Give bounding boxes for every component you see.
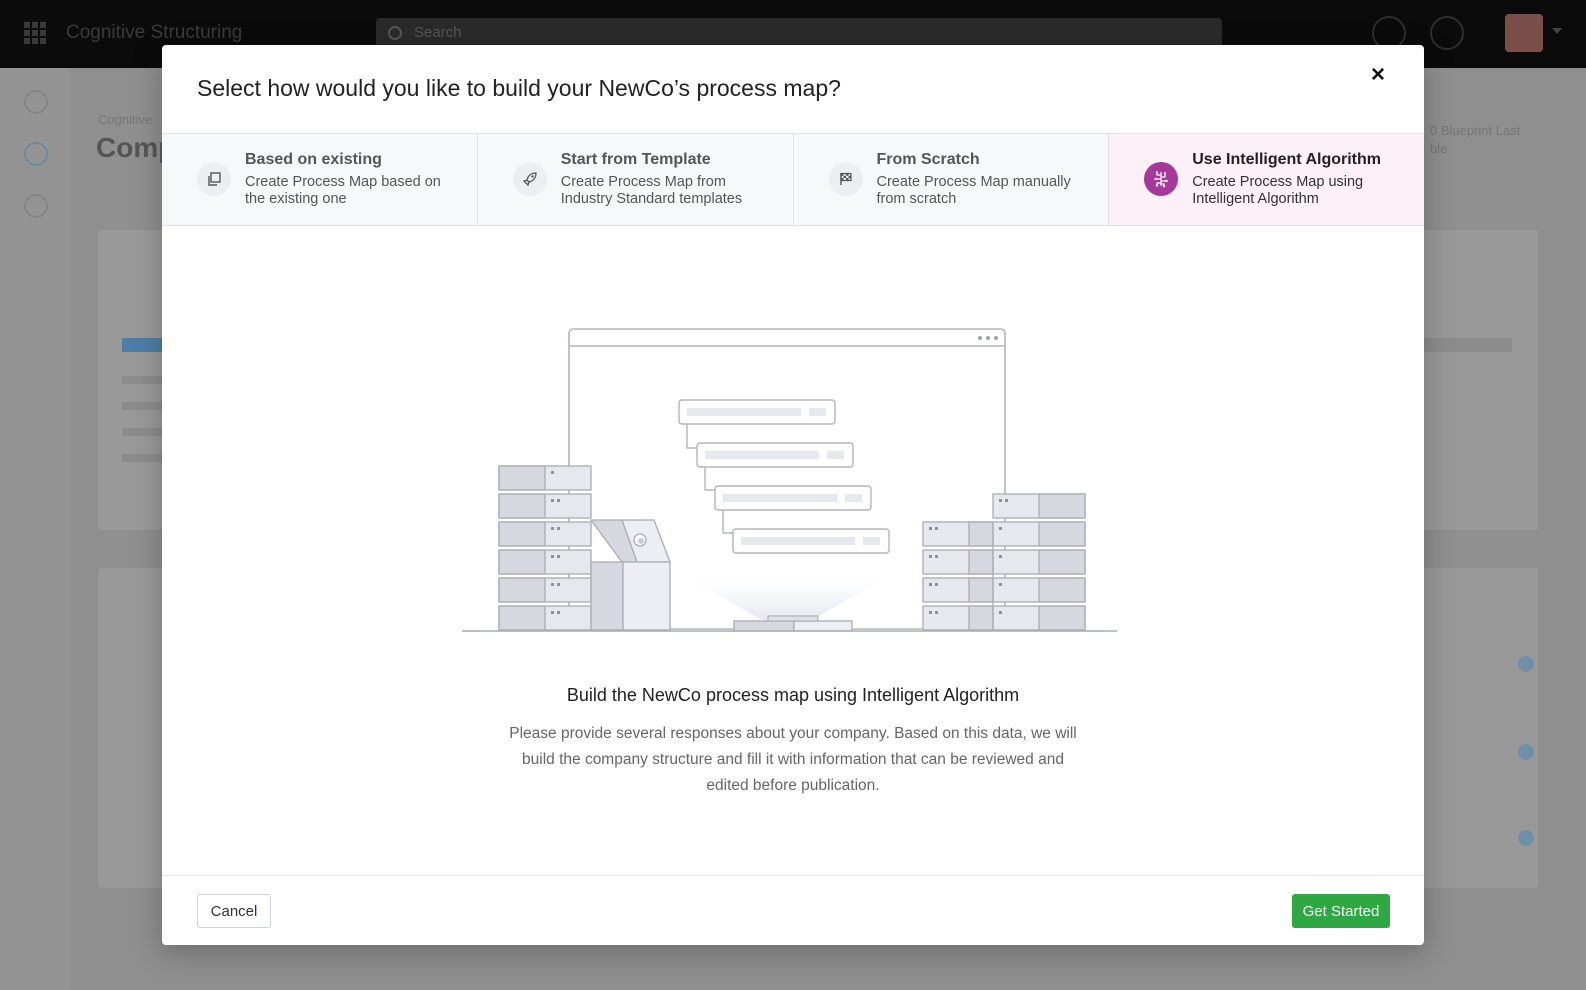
build-process-map-dialog: Select how would you like to build your …	[162, 45, 1424, 945]
search-icon	[388, 26, 402, 40]
left-nav	[0, 68, 70, 990]
circuit-icon	[1144, 162, 1179, 196]
apps-grid-icon[interactable]	[24, 22, 46, 44]
nav-home-icon[interactable]	[24, 90, 48, 114]
rocket-icon	[512, 162, 547, 196]
chevron-down-icon[interactable]	[1552, 28, 1562, 34]
tab-title: Use Intelligent Algorithm	[1192, 151, 1381, 168]
tab-title: Based on existing	[245, 151, 382, 168]
notifications-icon[interactable]	[1430, 16, 1464, 50]
build-method-tabs: Based on existing Create Process Map bas…	[162, 133, 1424, 226]
dialog-footer: Cancel Get Started	[162, 875, 1424, 945]
dialog-title: Select how would you like to build your …	[197, 75, 841, 101]
search-input[interactable]: Search	[376, 18, 1222, 48]
header-note-line2: ble	[1430, 141, 1448, 156]
cancel-button[interactable]: Cancel	[197, 894, 271, 928]
app-title: Cognitive Structuring	[66, 22, 243, 43]
tab-title: Start from Template	[560, 151, 711, 168]
tab-start-from-template[interactable]: Start from Template Create Process Map f…	[478, 134, 794, 225]
tab-description: Create Process Map based on the existing…	[245, 174, 441, 207]
nav-structure-icon[interactable]	[24, 142, 48, 166]
header-note-line1: 0 Blueprint Last	[1430, 123, 1521, 138]
close-icon[interactable]: ×	[1364, 61, 1392, 89]
nav-export-icon[interactable]	[24, 194, 48, 218]
avatar[interactable]	[1505, 14, 1543, 52]
info-icon[interactable]	[1518, 830, 1534, 846]
method-description: Please provide several responses about y…	[509, 725, 1077, 794]
tab-description: Create Process Map manually from scratch	[876, 174, 1071, 207]
tab-title: From Scratch	[876, 151, 980, 168]
info-icon[interactable]	[1518, 744, 1534, 760]
placeholder-line	[122, 402, 162, 410]
flag-icon	[828, 162, 863, 196]
placeholder-line	[122, 454, 162, 462]
tab-from-scratch[interactable]: From Scratch Create Process Map manually…	[794, 134, 1110, 225]
tab-based-on-existing[interactable]: Based on existing Create Process Map bas…	[162, 134, 478, 225]
tab-description: Create Process Map from Industry Standar…	[560, 174, 743, 207]
process-map-illustration	[462, 328, 1117, 632]
copy-icon	[197, 162, 231, 196]
tab-intelligent-algorithm[interactable]: Use Intelligent Algorithm Create Process…	[1109, 134, 1424, 225]
placeholder-line	[122, 376, 162, 384]
placeholder-line	[122, 428, 162, 436]
search-placeholder: Search	[414, 24, 462, 41]
get-started-button[interactable]: Get Started	[1292, 894, 1390, 928]
breadcrumb: Cognitive	[98, 112, 153, 127]
header-note: 0 Blueprint Last ble	[1430, 122, 1520, 158]
method-title: Build the NewCo process map using Intell…	[566, 685, 1020, 705]
tab-description: Create Process Map using Intelligent Alg…	[1192, 174, 1364, 207]
info-icon[interactable]	[1518, 656, 1534, 672]
